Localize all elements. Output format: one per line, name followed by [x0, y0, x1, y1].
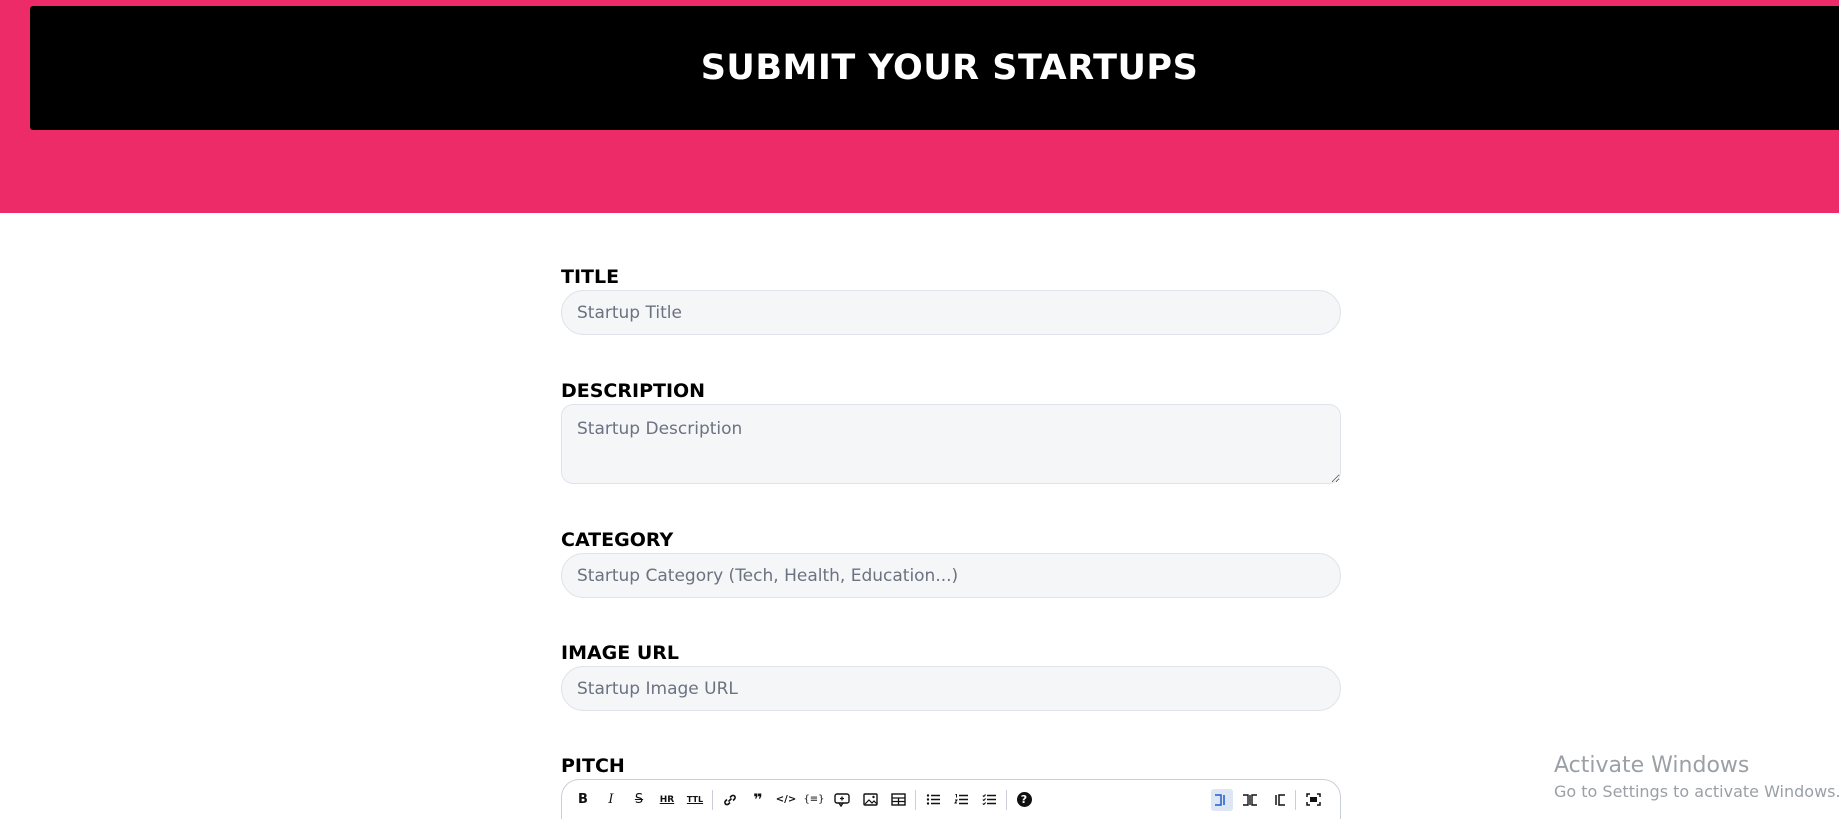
italic-button[interactable]: I — [600, 789, 622, 811]
description-field: DESCRIPTION — [561, 378, 1341, 484]
quote-button[interactable]: ❞ — [747, 789, 769, 811]
windows-activation-watermark: Activate Windows Go to Settings to activ… — [1554, 752, 1839, 804]
title-label: TITLE — [561, 266, 620, 288]
ordered-list-icon[interactable] — [950, 789, 972, 811]
category-input[interactable] — [561, 553, 1341, 598]
code-block-button[interactable]: {≡} — [803, 789, 825, 811]
page-title: SUBMIT YOUR STARTUPS — [700, 48, 1199, 88]
pitch-label: PITCH — [561, 755, 625, 777]
title-input[interactable] — [561, 290, 1341, 335]
hero-banner: SUBMIT YOUR STARTUPS — [30, 6, 1839, 130]
pitch-field: PITCH B I S HR TTL ❞ </> {≡} ? — [561, 753, 1341, 819]
link-icon[interactable] — [719, 789, 741, 811]
toolbar-divider — [915, 789, 916, 810]
category-field: CATEGORY — [561, 527, 1341, 598]
title-field: TITLE — [561, 264, 1341, 335]
preview-mode-icon[interactable] — [1267, 789, 1289, 811]
toolbar-divider — [1295, 789, 1296, 810]
toolbar-divider — [1006, 789, 1007, 810]
description-textarea[interactable] — [561, 404, 1341, 484]
help-button[interactable]: ? — [1013, 789, 1035, 811]
category-label: CATEGORY — [561, 529, 674, 551]
image-url-field: IMAGE URL — [561, 640, 1341, 711]
unordered-list-icon[interactable] — [922, 789, 944, 811]
pitch-editor-toolbar: B I S HR TTL ❞ </> {≡} ? — [561, 779, 1341, 819]
title-button[interactable]: TTL — [684, 789, 706, 811]
image-icon[interactable] — [859, 789, 881, 811]
code-button[interactable]: </> — [775, 789, 797, 811]
table-icon[interactable] — [887, 789, 909, 811]
description-label: DESCRIPTION — [561, 380, 706, 402]
strikethrough-button[interactable]: S — [628, 789, 650, 811]
image-url-label: IMAGE URL — [561, 642, 680, 664]
comment-icon[interactable] — [831, 789, 853, 811]
help-icon: ? — [1016, 792, 1032, 807]
hero-section: SUBMIT YOUR STARTUPS — [0, 0, 1839, 213]
checklist-icon[interactable] — [978, 789, 1000, 811]
watermark-subtitle: Go to Settings to activate Windows. — [1554, 782, 1839, 801]
image-url-input[interactable] — [561, 666, 1341, 711]
live-mode-icon[interactable] — [1239, 789, 1261, 811]
toolbar-divider — [712, 789, 713, 810]
watermark-title: Activate Windows — [1554, 753, 1750, 778]
startup-form: TITLE DESCRIPTION CATEGORY IMAGE URL PIT… — [561, 264, 1341, 819]
fullscreen-icon[interactable] — [1302, 789, 1324, 811]
edit-mode-icon[interactable] — [1211, 788, 1233, 811]
hr-button[interactable]: HR — [656, 789, 678, 811]
bold-button[interactable]: B — [572, 789, 594, 811]
